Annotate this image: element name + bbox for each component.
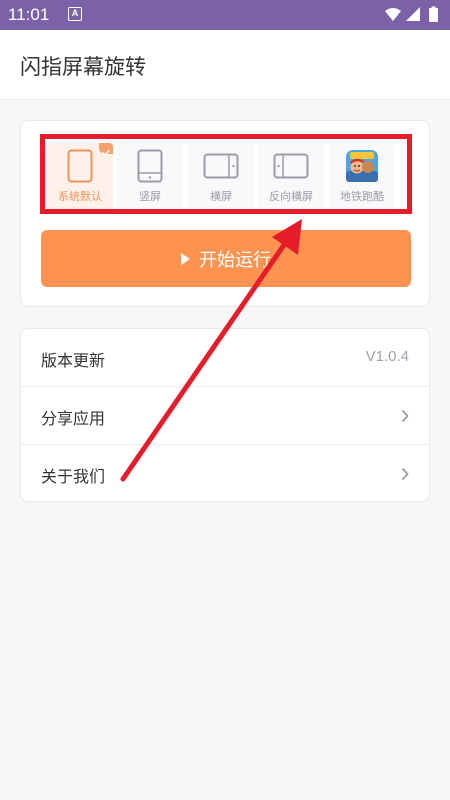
menu-item-version-update[interactable]: 版本更新 V1.0.4 [21,329,429,387]
mode-label: 地铁跑酷 [340,190,384,203]
notification-icon: A [68,7,82,21]
start-button-label: 开始运行 [199,249,271,271]
menu-item-label: 版本更新 [41,351,106,370]
battery-icon [429,6,438,22]
play-icon [181,252,190,265]
mode-label: 横屏 [210,190,232,203]
mode-landscape[interactable]: 横屏 [188,143,254,211]
checkmark-icon [99,143,113,157]
menu-item-label: 分享应用 [41,409,106,428]
menu-item-label: 关于我们 [41,467,106,486]
mode-label: 系统默认 [58,190,102,203]
rotation-mode-list: 系统默认 竖屏 横屏 反向横屏 地铁跑酷 [47,143,395,211]
landscape-icon [188,149,254,183]
reverse-landscape-icon [258,149,324,183]
chevron-right-icon [401,409,409,423]
subway-surfers-game-icon [329,149,395,183]
app-bar: 闪指屏幕旋转 [0,30,450,100]
menu-item-about-us[interactable]: 关于我们 [21,445,429,503]
status-time: 11:01 [8,5,50,24]
signal-icon [406,7,420,21]
version-value: V1.0.4 [365,348,409,365]
menu-item-share-app[interactable]: 分享应用 [21,387,429,445]
rotation-mode-card: 系统默认 竖屏 横屏 反向横屏 地铁跑酷 开始运行 [20,120,430,307]
wifi-icon [385,8,401,21]
start-button[interactable]: 开始运行 [41,230,411,287]
settings-menu-card: 版本更新 V1.0.4 分享应用 关于我们 [20,328,430,502]
mode-portrait[interactable]: 竖屏 [117,143,183,211]
status-icons [385,6,438,22]
mode-label: 反向横屏 [269,190,313,203]
portrait-icon [117,149,183,183]
mode-reverse-landscape[interactable]: 反向横屏 [258,143,324,211]
page-title: 闪指屏幕旋转 [20,55,146,79]
chevron-right-icon [401,467,409,481]
mode-label: 竖屏 [139,190,161,203]
mode-subway-surfers[interactable]: 地铁跑酷 [329,143,395,211]
mode-system-default[interactable]: 系统默认 [47,143,113,211]
status-bar: 11:01 A [0,0,450,30]
